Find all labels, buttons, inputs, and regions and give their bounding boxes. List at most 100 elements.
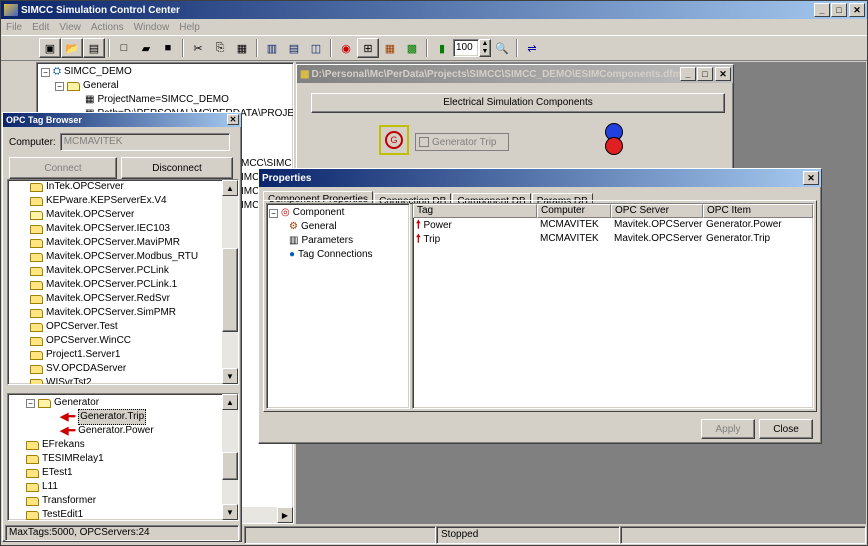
tree-general-node[interactable]: ⚙ General bbox=[269, 220, 409, 234]
tree-parameters-node[interactable]: ▥ Parameters bbox=[269, 234, 409, 248]
new-file-icon[interactable]: □ bbox=[113, 38, 135, 58]
list-item[interactable]: OPCServer.Test bbox=[30, 320, 238, 334]
col-opc-item[interactable]: OPC Item bbox=[703, 204, 813, 218]
list-item[interactable]: Mavitek.OPCServer.PCLink.1 bbox=[30, 278, 238, 292]
tag-arrow-icon: ◀━ bbox=[60, 425, 76, 437]
list-item[interactable]: ETest1 bbox=[26, 466, 238, 480]
list-item[interactable]: Mavitek.OPCServer.MaviPMR bbox=[30, 236, 238, 250]
close-dialog-button[interactable]: Close bbox=[759, 419, 813, 439]
component-icon: ◎ bbox=[281, 207, 290, 218]
generator-icon[interactable]: G bbox=[379, 125, 409, 155]
esim-maximize-button[interactable]: □ bbox=[697, 67, 713, 81]
computer-input[interactable]: MCMAVITEK bbox=[59, 133, 230, 151]
arrow-up-icon: 🠕 bbox=[416, 233, 421, 245]
tree-component[interactable]: − ◎ Component bbox=[269, 206, 409, 220]
zoom-icon[interactable]: 🔍 bbox=[491, 38, 513, 58]
tree-generator[interactable]: − Generator bbox=[26, 396, 238, 410]
refresh-icon[interactable]: ⇌ bbox=[521, 38, 543, 58]
list-item[interactable]: Mavitek.OPCServer.SimPMR bbox=[30, 306, 238, 320]
tree-project-name[interactable]: ▦ ProjectName=SIMCC_DEMO bbox=[41, 93, 293, 107]
list-item[interactable]: Mavitek.OPCServer.PCLink bbox=[30, 264, 238, 278]
scroll-up-icon[interactable]: ▲ bbox=[222, 180, 238, 196]
open-file-icon[interactable]: ▰ bbox=[135, 38, 157, 58]
folder-icon bbox=[30, 252, 43, 262]
zoom-spinner[interactable]: ▲ ▼ bbox=[479, 39, 491, 57]
generator-trip-checkbox[interactable]: Generator Trip bbox=[415, 133, 509, 151]
properties-close-button[interactable]: ✕ bbox=[803, 171, 819, 185]
menu-actions[interactable]: Actions bbox=[86, 22, 129, 33]
open-folder-icon[interactable]: 📂 bbox=[61, 38, 83, 58]
close-button[interactable]: ✕ bbox=[849, 3, 865, 17]
copy-icon[interactable]: ⎘ bbox=[209, 38, 231, 58]
project-icon: ⛭ bbox=[53, 66, 61, 77]
tile-icon[interactable]: ▥ bbox=[261, 38, 283, 58]
table-row[interactable]: 🠕 Trip MCMAVITEK Mavitek.OPCServer Gener… bbox=[413, 232, 813, 246]
signal-icon[interactable]: ▮ bbox=[431, 38, 453, 58]
scroll-thumb[interactable] bbox=[222, 452, 238, 480]
disconnect-button[interactable]: Disconnect bbox=[121, 157, 233, 179]
tree-general[interactable]: − General bbox=[41, 79, 293, 93]
list-item[interactable]: SV.OPCDAServer bbox=[30, 362, 238, 376]
scroll-up-icon[interactable]: ▲ bbox=[222, 394, 238, 410]
col-tag[interactable]: Tag bbox=[413, 204, 537, 218]
esim-minimize-button[interactable]: _ bbox=[680, 67, 696, 81]
new-project-icon[interactable]: ▣ bbox=[39, 38, 61, 58]
zoom-input[interactable]: 100 bbox=[453, 39, 479, 57]
maximize-button[interactable]: □ bbox=[831, 3, 847, 17]
list-item[interactable]: InTek.OPCServer bbox=[30, 180, 238, 194]
scroll-down-icon[interactable]: ▼ bbox=[222, 368, 238, 384]
list-item[interactable]: KEPware.KEPServerEx.V4 bbox=[30, 194, 238, 208]
list-item[interactable]: L11 bbox=[26, 480, 238, 494]
scroll-down-icon[interactable]: ▼ bbox=[222, 504, 238, 520]
menu-window[interactable]: Window bbox=[129, 22, 175, 33]
save-file-icon[interactable]: ■ bbox=[157, 38, 179, 58]
list-item[interactable]: Mavitek.OPCServer.IEC103 bbox=[30, 222, 238, 236]
tree-root[interactable]: − ⛭ SIMCC_DEMO bbox=[41, 65, 293, 79]
menu-help[interactable]: Help bbox=[174, 22, 205, 33]
connect-button[interactable]: Connect bbox=[9, 157, 117, 179]
properties-window: Properties ✕ Component Properties Connec… bbox=[258, 168, 822, 444]
list-item[interactable]: Project1.Server1 bbox=[30, 348, 238, 362]
esim-close-button[interactable]: ✕ bbox=[715, 67, 731, 81]
tree-icon[interactable]: ⊞ bbox=[357, 38, 379, 58]
server-list-scrollbar[interactable]: ▲ ▼ bbox=[222, 180, 238, 384]
save-icon[interactable]: ▤ bbox=[83, 38, 105, 58]
chart-icon[interactable]: ▩ bbox=[401, 38, 423, 58]
list-item[interactable]: Mavitek.OPCServer.RedSvr bbox=[30, 292, 238, 306]
list-item[interactable]: Mavitek.OPCServer.Modbus_RTU bbox=[30, 250, 238, 264]
folder-icon bbox=[30, 280, 43, 290]
main-title: SIMCC Simulation Control Center bbox=[21, 4, 180, 16]
tree-generator-power[interactable]: ◀━ Generator.Power bbox=[26, 424, 238, 438]
scroll-right-icon[interactable]: ▶ bbox=[277, 507, 293, 523]
transformer-icon[interactable] bbox=[603, 123, 625, 159]
tree-tag-connections-node[interactable]: ● Tag Connections bbox=[269, 248, 409, 262]
apply-button[interactable]: Apply bbox=[701, 419, 755, 439]
list-item[interactable]: TestEdit1 bbox=[26, 508, 238, 520]
tag-tree-scrollbar[interactable]: ▲ ▼ bbox=[222, 394, 238, 520]
folder-icon bbox=[30, 196, 43, 206]
scroll-thumb[interactable] bbox=[222, 248, 238, 332]
paste-icon[interactable]: ▦ bbox=[231, 38, 253, 58]
folder-icon bbox=[26, 482, 39, 492]
menu-edit[interactable]: Edit bbox=[27, 22, 54, 33]
list-item[interactable]: TESIMRelay1 bbox=[26, 452, 238, 466]
grid-icon[interactable]: ▦ bbox=[379, 38, 401, 58]
list-item[interactable]: OPCServer.WinCC bbox=[30, 334, 238, 348]
menu-file[interactable]: File bbox=[1, 22, 27, 33]
tree-generator-trip[interactable]: ◀━ Generator.Trip bbox=[26, 409, 238, 425]
window-icon[interactable]: ◫ bbox=[305, 38, 327, 58]
col-opc-server[interactable]: OPC Server bbox=[611, 204, 703, 218]
col-computer[interactable]: Computer bbox=[537, 204, 611, 218]
list-item[interactable]: Transformer bbox=[26, 494, 238, 508]
list-item[interactable]: EFrekans bbox=[26, 438, 238, 452]
folder-icon bbox=[30, 336, 43, 346]
stop-icon[interactable]: ◉ bbox=[335, 38, 357, 58]
list-item[interactable]: WISvrTst2 bbox=[30, 376, 238, 384]
cut-icon[interactable]: ✂ bbox=[187, 38, 209, 58]
opc-close-button[interactable]: ✕ bbox=[227, 114, 239, 125]
list-item[interactable]: Mavitek.OPCServer bbox=[30, 208, 238, 222]
menu-view[interactable]: View bbox=[54, 22, 86, 33]
minimize-button[interactable]: _ bbox=[814, 3, 830, 17]
table-row[interactable]: 🠕 Power MCMAVITEK Mavitek.OPCServer Gene… bbox=[413, 218, 813, 232]
cascade-icon[interactable]: ▤ bbox=[283, 38, 305, 58]
